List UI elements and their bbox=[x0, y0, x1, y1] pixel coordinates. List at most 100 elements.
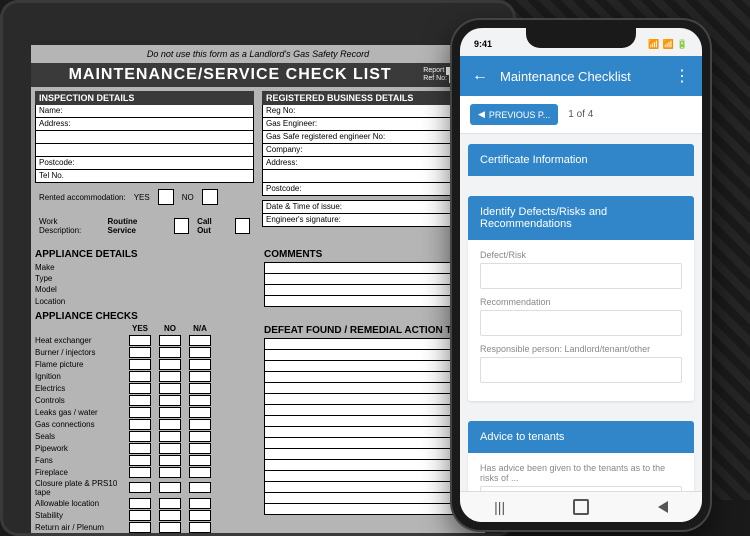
check-no[interactable] bbox=[159, 455, 181, 466]
section-advice[interactable]: Advice to tenants bbox=[468, 421, 694, 453]
form-title-bar: MAINTENANCE/SERVICE CHECK LIST Report Re… bbox=[31, 63, 485, 87]
check-yes[interactable] bbox=[129, 443, 151, 454]
check-na[interactable] bbox=[189, 407, 211, 418]
menu-dots-icon[interactable]: ⋮ bbox=[674, 66, 690, 86]
engineer-label: Gas Engineer: bbox=[266, 119, 317, 129]
battery-icon: 🔋 bbox=[677, 39, 688, 50]
check-yes[interactable] bbox=[129, 407, 151, 418]
check-no[interactable] bbox=[159, 419, 181, 430]
phone-notch bbox=[526, 28, 636, 48]
check-yes[interactable] bbox=[129, 455, 151, 466]
check-na[interactable] bbox=[189, 395, 211, 406]
check-yes[interactable] bbox=[129, 431, 151, 442]
check-row: Gas connections bbox=[35, 419, 252, 430]
responsible-input[interactable] bbox=[480, 357, 682, 383]
check-row: Fireplace bbox=[35, 467, 252, 478]
check-item-label: Burner / injectors bbox=[35, 348, 125, 357]
defect-input[interactable] bbox=[480, 263, 682, 289]
callout-label: Call Out bbox=[197, 217, 226, 235]
check-item-label: Pipework bbox=[35, 444, 125, 453]
appliance-list: Make Type Model Location bbox=[35, 262, 252, 307]
inspection-header: INSPECTION DETAILS bbox=[35, 91, 254, 105]
check-row: Stability bbox=[35, 510, 252, 521]
check-yes[interactable] bbox=[129, 359, 151, 370]
check-yes[interactable] bbox=[129, 467, 151, 478]
check-na[interactable] bbox=[189, 335, 211, 346]
check-no[interactable] bbox=[159, 443, 181, 454]
check-item-label: Heat exchanger bbox=[35, 336, 125, 345]
defeat-box[interactable] bbox=[264, 338, 481, 515]
check-yes[interactable] bbox=[129, 482, 151, 493]
routine-checkbox[interactable] bbox=[174, 218, 189, 234]
check-yes[interactable] bbox=[129, 395, 151, 406]
check-yes[interactable] bbox=[129, 419, 151, 430]
form-disclaimer: Do not use this form as a Landlord's Gas… bbox=[31, 45, 485, 63]
check-no[interactable] bbox=[159, 467, 181, 478]
check-row: Flame picture bbox=[35, 359, 252, 370]
yes-label: YES bbox=[134, 193, 150, 202]
check-no[interactable] bbox=[159, 383, 181, 394]
android-nav-bar: ||| bbox=[460, 491, 702, 522]
check-item-label: Gas connections bbox=[35, 420, 125, 429]
check-item-label: Electrics bbox=[35, 384, 125, 393]
check-yes[interactable] bbox=[129, 510, 151, 521]
check-na[interactable] bbox=[189, 510, 211, 521]
company-label: Company: bbox=[266, 145, 302, 155]
previous-page-button[interactable]: ◀PREVIOUS P... bbox=[470, 104, 558, 125]
check-row: Leaks gas / water bbox=[35, 407, 252, 418]
recent-apps-icon[interactable]: ||| bbox=[494, 499, 505, 515]
check-yes[interactable] bbox=[129, 347, 151, 358]
check-yes[interactable] bbox=[129, 522, 151, 533]
signal-icon: 📶 bbox=[648, 39, 659, 50]
check-na[interactable] bbox=[189, 455, 211, 466]
check-na[interactable] bbox=[189, 431, 211, 442]
check-na[interactable] bbox=[189, 467, 211, 478]
check-no[interactable] bbox=[159, 431, 181, 442]
check-na[interactable] bbox=[189, 482, 211, 493]
back-icon[interactable] bbox=[658, 501, 668, 513]
check-no[interactable] bbox=[159, 510, 181, 521]
check-yes[interactable] bbox=[129, 498, 151, 509]
check-no[interactable] bbox=[159, 335, 181, 346]
check-na[interactable] bbox=[189, 347, 211, 358]
check-na[interactable] bbox=[189, 359, 211, 370]
callout-checkbox[interactable] bbox=[235, 218, 250, 234]
check-no[interactable] bbox=[159, 407, 181, 418]
rented-no-checkbox[interactable] bbox=[202, 189, 218, 205]
check-yes[interactable] bbox=[129, 383, 151, 394]
check-no[interactable] bbox=[159, 395, 181, 406]
check-yes[interactable] bbox=[129, 371, 151, 382]
check-no[interactable] bbox=[159, 359, 181, 370]
check-item-label: Allowable location bbox=[35, 499, 125, 508]
check-no[interactable] bbox=[159, 522, 181, 533]
rented-yes-checkbox[interactable] bbox=[158, 189, 174, 205]
col-yes: YES bbox=[125, 324, 155, 333]
check-yes[interactable] bbox=[129, 335, 151, 346]
reg-label: Reg No: bbox=[266, 106, 295, 116]
check-na[interactable] bbox=[189, 443, 211, 454]
check-row: Burner / injectors bbox=[35, 347, 252, 358]
check-no[interactable] bbox=[159, 347, 181, 358]
check-no[interactable] bbox=[159, 482, 181, 493]
rented-label: Rented accommodation: bbox=[39, 193, 126, 202]
recommendation-input[interactable] bbox=[480, 310, 682, 336]
check-na[interactable] bbox=[189, 383, 211, 394]
check-no[interactable] bbox=[159, 371, 181, 382]
section-certificate-info[interactable]: Certificate Information bbox=[468, 144, 694, 176]
comments-box[interactable] bbox=[264, 262, 481, 307]
check-item-label: Controls bbox=[35, 396, 125, 405]
check-na[interactable] bbox=[189, 371, 211, 382]
check-na[interactable] bbox=[189, 419, 211, 430]
back-arrow-icon[interactable]: ← bbox=[472, 67, 488, 85]
check-na[interactable] bbox=[189, 498, 211, 509]
home-icon[interactable] bbox=[573, 499, 589, 515]
routine-label: Routine Service bbox=[108, 217, 166, 235]
check-row: Return air / Plenum bbox=[35, 522, 252, 533]
check-na[interactable] bbox=[189, 522, 211, 533]
comments-header: COMMENTS bbox=[264, 249, 481, 260]
check-no[interactable] bbox=[159, 498, 181, 509]
section-defects[interactable]: Identify Defects/Risks and Recommendatio… bbox=[468, 196, 694, 240]
biz-postcode-label: Postcode: bbox=[266, 184, 302, 194]
check-row: Fans bbox=[35, 455, 252, 466]
check-item-label: Stability bbox=[35, 511, 125, 520]
